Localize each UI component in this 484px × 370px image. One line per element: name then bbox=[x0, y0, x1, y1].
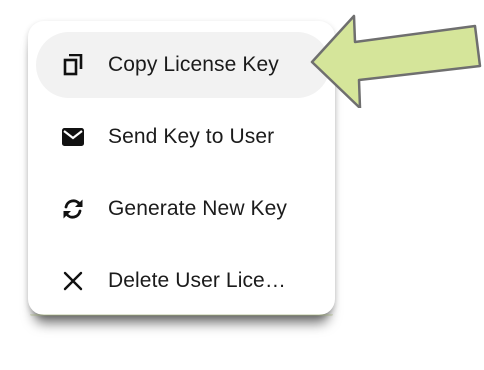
menu-item-delete-user-license[interactable]: Delete User Lice… bbox=[36, 248, 330, 314]
menu-item-label: Generate New Key bbox=[108, 197, 288, 220]
menu-item-label: Delete User Lice… bbox=[108, 269, 286, 292]
refresh-icon bbox=[62, 198, 84, 220]
envelope-icon bbox=[62, 126, 84, 148]
close-icon bbox=[62, 270, 84, 292]
copy-icon bbox=[62, 54, 84, 76]
context-menu: Copy License Key Send Key to User Genera… bbox=[28, 21, 335, 316]
menu-item-label: Copy License Key bbox=[108, 53, 279, 76]
menu-item-label: Send Key to User bbox=[108, 125, 275, 148]
annotation-arrow-icon bbox=[310, 14, 482, 108]
screenshot-stage: Copy License Key Send Key to User Genera… bbox=[0, 0, 484, 370]
menu-item-copy-license-key[interactable]: Copy License Key bbox=[36, 32, 330, 98]
menu-item-send-key-to-user[interactable]: Send Key to User bbox=[36, 104, 330, 170]
menu-item-generate-new-key[interactable]: Generate New Key bbox=[36, 176, 330, 242]
